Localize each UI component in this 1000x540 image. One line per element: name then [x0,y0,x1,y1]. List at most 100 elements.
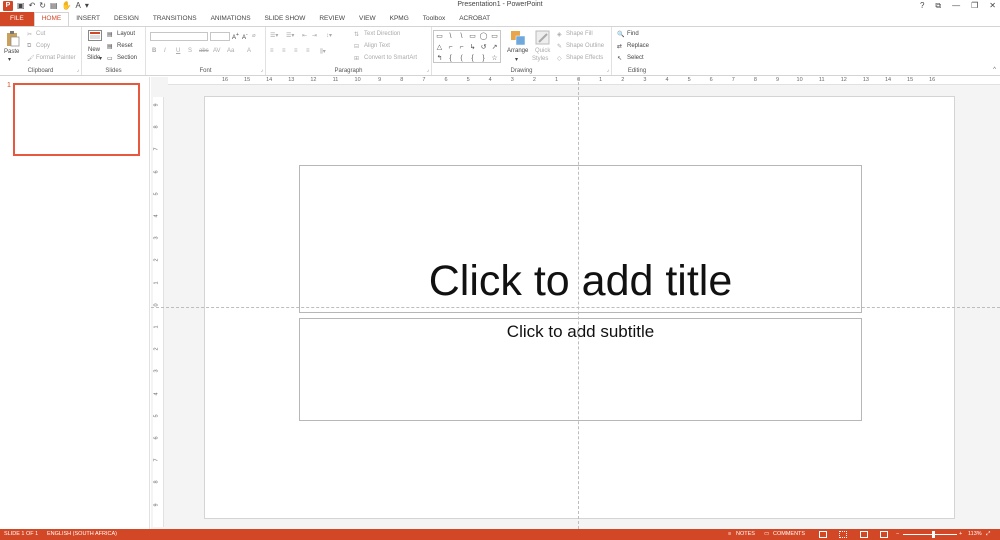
tab-design[interactable]: DESIGN [107,12,146,26]
numbering-icon[interactable]: ☰▾ [286,32,294,39]
columns-icon[interactable]: ⫼▾ [320,48,326,56]
tab-review[interactable]: REVIEW [312,12,352,26]
font-launcher-icon[interactable]: ⌟ [261,67,263,73]
diagonal-arrow-shape-icon[interactable]: ↗ [489,42,500,53]
reading-view-icon[interactable] [860,531,868,538]
ribbon-display-options-button[interactable]: ⧉ [935,0,941,12]
triangle-shape-icon[interactable]: △ [434,42,445,53]
brace-shape-icon[interactable]: { [467,53,478,64]
zoom-level[interactable]: 113% [968,529,982,540]
decrease-indent-icon[interactable]: ⇤ [302,32,307,39]
paste-dropdown-icon[interactable]: ▾ [8,56,11,63]
zoom-out-button[interactable]: − [896,529,899,540]
tab-view[interactable]: VIEW [352,12,383,26]
increase-indent-icon[interactable]: ⇥ [312,32,317,39]
tab-file[interactable]: FILE [0,12,34,26]
normal-view-icon[interactable] [819,531,827,538]
change-case-button[interactable]: Aa [227,48,234,54]
zoom-in-button[interactable]: + [959,529,962,540]
quick-styles-icon[interactable] [535,30,551,46]
rectangle-shape-icon[interactable]: ▭ [467,31,478,42]
layout-button[interactable]: Layout [117,31,135,37]
bullets-icon[interactable]: ☰▾ [270,32,278,39]
arrange-icon[interactable] [510,30,526,46]
tab-acrobat[interactable]: ACROBAT [452,12,497,26]
bent-arrow-shape-icon[interactable]: ↳ [467,42,478,53]
reset-button[interactable]: Reset [117,43,133,49]
bold-button[interactable]: B [152,48,156,54]
shadow-button[interactable]: S [188,48,192,54]
line-spacing-icon[interactable]: ↕▾ [326,32,332,39]
language-status[interactable]: ENGLISH (SOUTH AFRICA) [47,529,117,540]
find-button[interactable]: Find [627,31,639,37]
font-name-field[interactable] [150,32,208,41]
collapse-ribbon-icon[interactable]: ^ [993,67,996,73]
line-shape-icon[interactable]: \ [445,31,456,42]
minimize-button[interactable]: — [952,0,960,12]
justify-icon[interactable]: ≡ [306,48,310,54]
underline-button[interactable]: U [176,48,180,54]
tab-toolbox[interactable]: Toolbox [416,12,452,26]
section-button[interactable]: Section [117,55,137,61]
help-button[interactable]: ? [920,0,924,12]
rounded-rectangle-shape-icon[interactable]: ▭ [489,31,500,42]
tab-slide-show[interactable]: SLIDE SHOW [258,12,313,26]
tab-kpmg[interactable]: KPMG [383,12,416,26]
new-slide-icon[interactable] [88,30,102,42]
slide-count-status[interactable]: SLIDE 1 OF 1 [4,529,38,540]
select-button[interactable]: Select [627,55,644,61]
new-slide-dropdown-icon[interactable]: ▾ [99,55,102,62]
paste-icon[interactable] [6,31,20,47]
notes-button[interactable]: NOTES [736,529,755,540]
left-brace-shape-icon[interactable]: { [445,53,456,64]
quick-styles-button-line2[interactable]: Styles [532,56,548,62]
zoom-slider[interactable] [903,534,957,535]
arrange-button[interactable]: Arrange [507,48,528,54]
oval-shape-icon[interactable]: ◯ [478,31,489,42]
slide-thumbnail[interactable] [13,83,140,156]
replace-button[interactable]: Replace [627,43,649,49]
character-spacing-button[interactable]: AV [213,48,221,54]
fit-slide-to-window-icon[interactable]: ⤢ [986,529,990,540]
subtitle-placeholder[interactable]: Click to add subtitle [299,318,862,421]
notes-icon[interactable]: ≡ [728,529,731,540]
slide-show-view-icon[interactable] [880,531,888,538]
restore-button[interactable]: ❐ [971,0,978,12]
drawing-launcher-icon[interactable]: ⌟ [607,67,609,73]
slide-sorter-view-icon[interactable] [839,531,847,538]
tab-transitions[interactable]: TRANSITIONS [146,12,204,26]
convert-to-smartart-button[interactable]: Convert to SmartArt [364,55,417,61]
zoom-slider-thumb[interactable] [931,531,935,538]
italic-button[interactable]: I [164,48,166,54]
clear-formatting-icon[interactable]: ⌀ [252,32,256,39]
decrease-font-size-icon[interactable]: A- [242,32,248,41]
comments-button[interactable]: COMMENTS [773,529,805,540]
turn-arrow-shape-icon[interactable]: ↰ [434,53,445,64]
shape-effects-button[interactable]: Shape Effects [566,55,603,61]
align-left-icon[interactable]: ≡ [270,48,274,54]
tab-home[interactable]: HOME [33,12,70,26]
align-right-icon[interactable]: ≡ [294,48,298,54]
arrow-line-shape-icon[interactable]: \ [456,31,467,42]
format-painter-button[interactable]: Format Painter [36,55,76,61]
shapes-gallery[interactable]: ▭ \ \ ▭ ◯ ▭ △ ⌐ ⌐ ↳ ↺ ↗ ↰ { ( { } ☆ [433,30,501,63]
shape-outline-button[interactable]: Shape Outline [566,43,604,49]
star-shape-icon[interactable]: ☆ [489,53,500,64]
elbow-connector-shape-icon[interactable]: ⌐ [445,42,456,53]
title-placeholder[interactable]: Click to add title [299,165,862,313]
align-center-icon[interactable]: ≡ [282,48,286,54]
clipboard-launcher-icon[interactable]: ⌟ [77,67,79,73]
curved-arrow-shape-icon[interactable]: ↺ [478,42,489,53]
tab-animations[interactable]: ANIMATIONS [204,12,258,26]
align-text-button[interactable]: Align Text [364,43,390,49]
elbow-arrow-shape-icon[interactable]: ⌐ [456,42,467,53]
left-paren-shape-icon[interactable]: ( [456,53,467,64]
close-button[interactable]: ✕ [989,0,996,12]
arrange-dropdown-icon[interactable]: ▾ [515,56,518,63]
paragraph-launcher-icon[interactable]: ⌟ [427,67,429,73]
new-slide-button[interactable]: New [88,47,100,53]
comments-icon[interactable]: ▭ [764,529,769,540]
font-size-field[interactable] [210,32,230,41]
right-brace-shape-icon[interactable]: } [478,53,489,64]
quick-styles-button[interactable]: Quick [535,48,550,54]
